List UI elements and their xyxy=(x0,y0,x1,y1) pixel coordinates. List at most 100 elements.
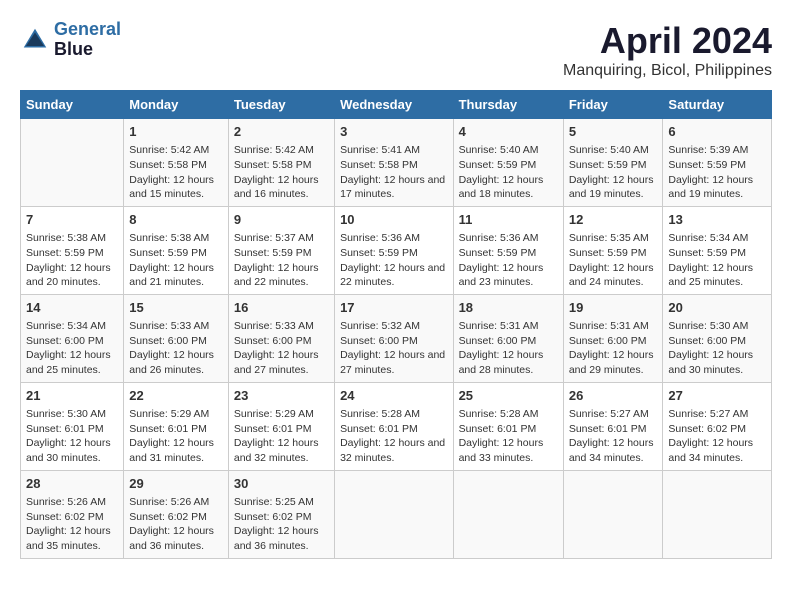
day-number: 29 xyxy=(129,475,223,493)
calendar-week-row: 7Sunrise: 5:38 AMSunset: 5:59 PMDaylight… xyxy=(21,206,772,294)
day-number: 27 xyxy=(668,387,766,405)
day-number: 4 xyxy=(459,123,558,141)
day-number: 14 xyxy=(26,299,118,317)
calendar-cell: 3 Sunrise: 5:41 AMSunset: 5:58 PMDaylight… xyxy=(335,119,453,207)
day-number: 17 xyxy=(340,299,447,317)
calendar-cell: 24 Sunrise: 5:28 AMSunset: 6:01 PMDayligh… xyxy=(335,382,453,470)
calendar-cell: 6 Sunrise: 5:39 AMSunset: 5:59 PMDaylight… xyxy=(663,119,772,207)
calendar-cell: 16 Sunrise: 5:33 AMSunset: 6:00 PMDayligh… xyxy=(228,294,334,382)
calendar-header-row: SundayMondayTuesdayWednesdayThursdayFrid… xyxy=(21,91,772,119)
day-info: Sunrise: 5:36 AMSunset: 5:59 PMDaylight:… xyxy=(340,231,447,290)
calendar-cell xyxy=(21,119,124,207)
day-info: Sunrise: 5:26 AMSunset: 6:02 PMDaylight:… xyxy=(26,495,118,554)
day-number: 24 xyxy=(340,387,447,405)
logo: General Blue xyxy=(20,20,121,60)
day-header: Saturday xyxy=(663,91,772,119)
day-info: Sunrise: 5:25 AMSunset: 6:02 PMDaylight:… xyxy=(234,495,329,554)
day-number: 2 xyxy=(234,123,329,141)
day-info: Sunrise: 5:36 AMSunset: 5:59 PMDaylight:… xyxy=(459,231,558,290)
calendar-table: SundayMondayTuesdayWednesdayThursdayFrid… xyxy=(20,90,772,559)
calendar-cell xyxy=(663,470,772,558)
day-number: 22 xyxy=(129,387,223,405)
day-info: Sunrise: 5:42 AMSunset: 5:58 PMDaylight:… xyxy=(129,143,223,202)
day-info: Sunrise: 5:27 AMSunset: 6:01 PMDaylight:… xyxy=(569,407,658,466)
day-info: Sunrise: 5:34 AMSunset: 5:59 PMDaylight:… xyxy=(668,231,766,290)
logo-icon xyxy=(20,25,50,55)
calendar-cell: 26 Sunrise: 5:27 AMSunset: 6:01 PMDayligh… xyxy=(563,382,663,470)
day-number: 8 xyxy=(129,211,223,229)
page-header: General Blue April 2024 Manquiring, Bico… xyxy=(20,20,772,80)
calendar-cell: 29 Sunrise: 5:26 AMSunset: 6:02 PMDayligh… xyxy=(124,470,229,558)
day-header: Thursday xyxy=(453,91,563,119)
day-info: Sunrise: 5:34 AMSunset: 6:00 PMDaylight:… xyxy=(26,319,118,378)
calendar-cell: 1 Sunrise: 5:42 AMSunset: 5:58 PMDaylight… xyxy=(124,119,229,207)
calendar-cell: 28 Sunrise: 5:26 AMSunset: 6:02 PMDayligh… xyxy=(21,470,124,558)
day-number: 3 xyxy=(340,123,447,141)
day-number: 13 xyxy=(668,211,766,229)
calendar-cell: 14 Sunrise: 5:34 AMSunset: 6:00 PMDayligh… xyxy=(21,294,124,382)
calendar-cell: 9Sunrise: 5:37 AMSunset: 5:59 PMDaylight… xyxy=(228,206,334,294)
day-info: Sunrise: 5:35 AMSunset: 5:59 PMDaylight:… xyxy=(569,231,658,290)
day-info: Sunrise: 5:29 AMSunset: 6:01 PMDaylight:… xyxy=(234,407,329,466)
calendar-cell: 17 Sunrise: 5:32 AMSunset: 6:00 PMDayligh… xyxy=(335,294,453,382)
calendar-cell xyxy=(335,470,453,558)
title-block: April 2024 Manquiring, Bicol, Philippine… xyxy=(563,20,772,80)
day-number: 21 xyxy=(26,387,118,405)
day-number: 25 xyxy=(459,387,558,405)
day-number: 1 xyxy=(129,123,223,141)
day-number: 16 xyxy=(234,299,329,317)
day-number: 5 xyxy=(569,123,658,141)
calendar-cell: 21Sunrise: 5:30 AMSunset: 6:01 PMDayligh… xyxy=(21,382,124,470)
calendar-cell: 7Sunrise: 5:38 AMSunset: 5:59 PMDaylight… xyxy=(21,206,124,294)
calendar-cell: 11 Sunrise: 5:36 AMSunset: 5:59 PMDayligh… xyxy=(453,206,563,294)
day-number: 28 xyxy=(26,475,118,493)
calendar-cell: 22 Sunrise: 5:29 AMSunset: 6:01 PMDayligh… xyxy=(124,382,229,470)
calendar-cell: 30 Sunrise: 5:25 AMSunset: 6:02 PMDayligh… xyxy=(228,470,334,558)
day-header: Wednesday xyxy=(335,91,453,119)
day-header: Tuesday xyxy=(228,91,334,119)
calendar-week-row: 28 Sunrise: 5:26 AMSunset: 6:02 PMDayligh… xyxy=(21,470,772,558)
day-info: Sunrise: 5:33 AMSunset: 6:00 PMDaylight:… xyxy=(129,319,223,378)
day-number: 30 xyxy=(234,475,329,493)
day-info: Sunrise: 5:27 AMSunset: 6:02 PMDaylight:… xyxy=(668,407,766,466)
day-header: Monday xyxy=(124,91,229,119)
day-number: 12 xyxy=(569,211,658,229)
calendar-cell: 25 Sunrise: 5:28 AMSunset: 6:01 PMDayligh… xyxy=(453,382,563,470)
calendar-cell: 13 Sunrise: 5:34 AMSunset: 5:59 PMDayligh… xyxy=(663,206,772,294)
calendar-cell: 4Sunrise: 5:40 AMSunset: 5:59 PMDaylight… xyxy=(453,119,563,207)
calendar-week-row: 21Sunrise: 5:30 AMSunset: 6:01 PMDayligh… xyxy=(21,382,772,470)
day-number: 9 xyxy=(234,211,329,229)
calendar-week-row: 1 Sunrise: 5:42 AMSunset: 5:58 PMDaylight… xyxy=(21,119,772,207)
day-info: Sunrise: 5:38 AMSunset: 5:59 PMDaylight:… xyxy=(26,231,118,290)
main-title: April 2024 xyxy=(563,20,772,62)
calendar-cell xyxy=(453,470,563,558)
calendar-cell: 12 Sunrise: 5:35 AMSunset: 5:59 PMDayligh… xyxy=(563,206,663,294)
day-info: Sunrise: 5:31 AMSunset: 6:00 PMDaylight:… xyxy=(459,319,558,378)
day-number: 18 xyxy=(459,299,558,317)
day-info: Sunrise: 5:30 AMSunset: 6:00 PMDaylight:… xyxy=(668,319,766,378)
calendar-cell: 10Sunrise: 5:36 AMSunset: 5:59 PMDayligh… xyxy=(335,206,453,294)
day-info: Sunrise: 5:28 AMSunset: 6:01 PMDaylight:… xyxy=(340,407,447,466)
calendar-cell: 15Sunrise: 5:33 AMSunset: 6:00 PMDayligh… xyxy=(124,294,229,382)
day-number: 11 xyxy=(459,211,558,229)
day-info: Sunrise: 5:29 AMSunset: 6:01 PMDaylight:… xyxy=(129,407,223,466)
day-number: 26 xyxy=(569,387,658,405)
day-info: Sunrise: 5:26 AMSunset: 6:02 PMDaylight:… xyxy=(129,495,223,554)
day-info: Sunrise: 5:28 AMSunset: 6:01 PMDaylight:… xyxy=(459,407,558,466)
day-number: 6 xyxy=(668,123,766,141)
day-info: Sunrise: 5:32 AMSunset: 6:00 PMDaylight:… xyxy=(340,319,447,378)
calendar-cell: 5 Sunrise: 5:40 AMSunset: 5:59 PMDaylight… xyxy=(563,119,663,207)
calendar-cell: 19Sunrise: 5:31 AMSunset: 6:00 PMDayligh… xyxy=(563,294,663,382)
day-info: Sunrise: 5:42 AMSunset: 5:58 PMDaylight:… xyxy=(234,143,329,202)
day-info: Sunrise: 5:40 AMSunset: 5:59 PMDaylight:… xyxy=(569,143,658,202)
day-info: Sunrise: 5:41 AMSunset: 5:58 PMDaylight:… xyxy=(340,143,447,202)
subtitle: Manquiring, Bicol, Philippines xyxy=(563,62,772,80)
day-info: Sunrise: 5:39 AMSunset: 5:59 PMDaylight:… xyxy=(668,143,766,202)
calendar-body: 1 Sunrise: 5:42 AMSunset: 5:58 PMDaylight… xyxy=(21,119,772,559)
calendar-cell: 27 Sunrise: 5:27 AMSunset: 6:02 PMDayligh… xyxy=(663,382,772,470)
day-info: Sunrise: 5:33 AMSunset: 6:00 PMDaylight:… xyxy=(234,319,329,378)
day-number: 20 xyxy=(668,299,766,317)
day-number: 23 xyxy=(234,387,329,405)
day-header: Sunday xyxy=(21,91,124,119)
calendar-cell: 18 Sunrise: 5:31 AMSunset: 6:00 PMDayligh… xyxy=(453,294,563,382)
